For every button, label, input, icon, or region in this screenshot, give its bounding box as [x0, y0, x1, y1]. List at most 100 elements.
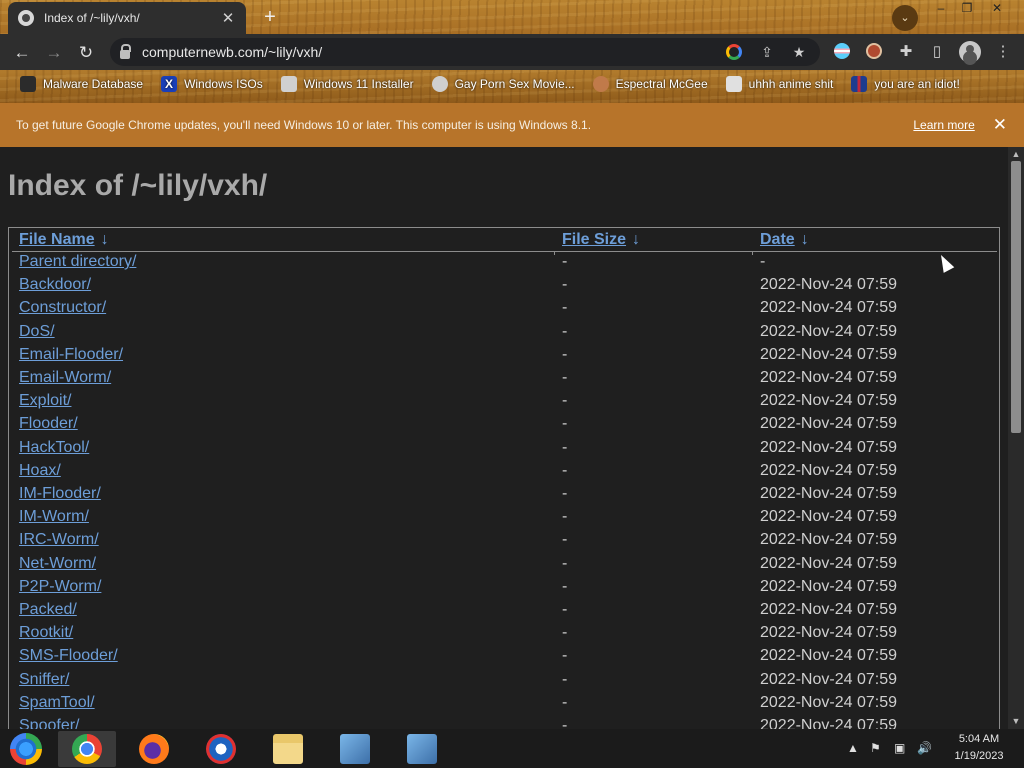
minimize-button[interactable]: – — [928, 0, 954, 18]
menu-kebab-icon[interactable]: ⋮ — [993, 42, 1013, 62]
browser-tab[interactable]: Index of /~lily/vxh/ ✕ — [8, 2, 246, 34]
close-infobar-icon[interactable]: ✕ — [993, 115, 1007, 135]
file-name-link[interactable]: Flooder/ — [19, 415, 78, 433]
face-icon — [592, 76, 609, 92]
sort-by-name-link[interactable]: File Name — [19, 231, 95, 248]
file-size-cell: - — [562, 461, 568, 479]
setup-package-icon — [407, 734, 437, 764]
installer-icon — [280, 76, 297, 92]
table-row: Spoofer/ - 2022-Nov-24 07:59 — [9, 717, 999, 729]
taskbar-app-blue[interactable] — [192, 731, 250, 767]
file-name-link[interactable]: Packed/ — [19, 601, 77, 619]
file-name-link[interactable]: Net-Worm/ — [19, 555, 96, 573]
date-cell: 2022-Nov-24 07:59 — [760, 670, 897, 688]
file-name-link[interactable]: Rootkit/ — [19, 624, 73, 642]
extensions-puzzle-icon[interactable]: ✚ — [896, 42, 916, 62]
bookmark-malware-database[interactable]: Malware Database — [20, 76, 143, 92]
column-header-date[interactable]: Date ↓ — [760, 231, 809, 251]
date-cell: 2022-Nov-24 07:59 — [760, 485, 897, 502]
column-header-file-size[interactable]: File Size ↓ — [562, 231, 640, 251]
anime-icon — [725, 76, 742, 92]
file-name-link[interactable]: P2P-Worm/ — [19, 578, 101, 596]
profile-avatar-icon[interactable] — [959, 41, 981, 63]
table-row: Constructor/ - 2022-Nov-24 07:59 — [9, 299, 999, 322]
restore-button[interactable]: ❐ — [954, 0, 980, 18]
show-hidden-icons-icon[interactable]: ▲ — [847, 741, 859, 755]
side-panel-icon[interactable]: ▯ — [927, 42, 947, 62]
bookmark-label: Windows ISOs — [184, 77, 263, 91]
back-button[interactable]: ← — [11, 42, 33, 64]
file-name-link[interactable]: IM-Flooder/ — [19, 485, 101, 503]
date-cell: 2022-Nov-24 07:59 — [760, 461, 897, 479]
table-row: P2P-Worm/ - 2022-Nov-24 07:59 — [9, 578, 999, 601]
file-name-link[interactable]: Backdoor/ — [19, 276, 91, 294]
taskbar-firefox[interactable] — [125, 731, 183, 767]
file-name-link[interactable]: Email-Worm/ — [19, 369, 111, 387]
file-name-link[interactable]: Sniffer/ — [19, 671, 69, 689]
scroll-up-arrow-icon[interactable]: ▲ — [1011, 149, 1021, 159]
file-name-link[interactable]: HackTool/ — [19, 439, 89, 457]
sort-by-size-link[interactable]: File Size — [562, 231, 626, 248]
taskbar-installer-1[interactable] — [326, 731, 384, 767]
file-name-link[interactable]: SMS-Flooder/ — [19, 647, 118, 665]
sort-arrow-icon[interactable]: ↓ — [632, 231, 640, 248]
column-header-file-name[interactable]: File Name ↓ — [19, 231, 109, 251]
lock-icon[interactable] — [120, 43, 131, 59]
taskbar-file-explorer[interactable] — [259, 731, 317, 767]
file-name-link[interactable]: Hoax/ — [19, 462, 61, 480]
file-size-cell: - — [562, 415, 568, 433]
learn-more-link[interactable]: Learn more — [913, 118, 974, 132]
volume-icon[interactable]: 🔊 — [917, 741, 932, 755]
bookmark-label: Gay Porn Sex Movie... — [454, 77, 575, 91]
clock-date[interactable]: 1/19/2023 — [946, 750, 1012, 762]
taskbar-installer-2[interactable] — [393, 731, 451, 767]
scroll-down-arrow-icon[interactable]: ▼ — [1011, 716, 1021, 726]
file-name-link[interactable]: IRC-Worm/ — [19, 531, 99, 549]
url-text[interactable]: computernewb.com/~lily/vxh/ — [142, 44, 726, 60]
bookmark-anime[interactable]: uhhh anime shit — [725, 76, 833, 92]
address-bar[interactable]: computernewb.com/~lily/vxh/ ⇪ ★ — [110, 38, 820, 66]
bookmark-espectral-mcgee[interactable]: Espectral McGee — [592, 76, 708, 92]
reload-button[interactable]: ↻ — [75, 42, 97, 64]
file-name-link[interactable]: DoS/ — [19, 323, 55, 341]
file-size-cell: - — [562, 554, 568, 572]
file-name-link[interactable]: Spoofer/ — [19, 717, 79, 729]
file-name-link[interactable]: IM-Worm/ — [19, 508, 89, 526]
file-name-link[interactable]: Exploit/ — [19, 392, 71, 410]
close-tab-icon[interactable]: ✕ — [220, 9, 236, 27]
page-scrollbar[interactable]: ▲ ▼ — [1008, 147, 1024, 729]
table-row: SMS-Flooder/ - 2022-Nov-24 07:59 — [9, 647, 999, 670]
file-name-link[interactable]: Email-Flooder/ — [19, 346, 123, 364]
table-row: Email-Flooder/ - 2022-Nov-24 07:59 — [9, 346, 999, 369]
file-name-link[interactable]: SpamTool/ — [19, 694, 95, 712]
tab-search-icon[interactable]: ⌄ — [892, 5, 918, 31]
share-icon[interactable]: ⇪ — [756, 41, 778, 63]
trans-flag-extension-icon[interactable] — [834, 43, 850, 59]
bookmark-star-icon[interactable]: ★ — [788, 41, 810, 63]
sort-by-date-link[interactable]: Date — [760, 231, 795, 248]
start-button-icon[interactable] — [10, 733, 42, 765]
file-size-cell: - — [562, 276, 568, 294]
taskbar-chrome[interactable] — [58, 731, 116, 767]
file-name-link[interactable]: Parent directory/ — [19, 253, 136, 271]
forward-button[interactable]: → — [43, 42, 65, 64]
file-name-link[interactable]: Constructor/ — [19, 299, 106, 317]
sort-arrow-icon[interactable]: ↓ — [101, 231, 109, 248]
blue-globe-icon — [206, 734, 236, 764]
google-lens-icon[interactable] — [726, 44, 742, 60]
avatar-extension-icon[interactable] — [866, 43, 882, 59]
action-center-flag-icon[interactable]: ⚑ — [870, 741, 881, 755]
bookmark-windows-isos[interactable]: X Windows ISOs — [161, 76, 263, 92]
scroll-thumb[interactable] — [1011, 161, 1021, 433]
update-infobar: To get future Google Chrome updates, you… — [0, 103, 1024, 147]
clock-time[interactable]: 5:04 AM — [946, 733, 1012, 745]
network-icon[interactable]: ▣ — [894, 741, 905, 755]
close-window-button[interactable]: ✕ — [984, 0, 1010, 18]
table-row: Exploit/ - 2022-Nov-24 07:59 — [9, 392, 999, 415]
bookmark-you-are-an-idiot[interactable]: you are an idiot! — [851, 76, 960, 92]
new-tab-button[interactable]: + — [258, 6, 282, 30]
date-cell: 2022-Nov-24 07:59 — [760, 647, 897, 665]
bookmark-windows-11-installer[interactable]: Windows 11 Installer — [280, 76, 414, 92]
bookmark-movie-site[interactable]: Gay Porn Sex Movie... — [431, 76, 575, 92]
sort-arrow-icon[interactable]: ↓ — [801, 231, 809, 248]
